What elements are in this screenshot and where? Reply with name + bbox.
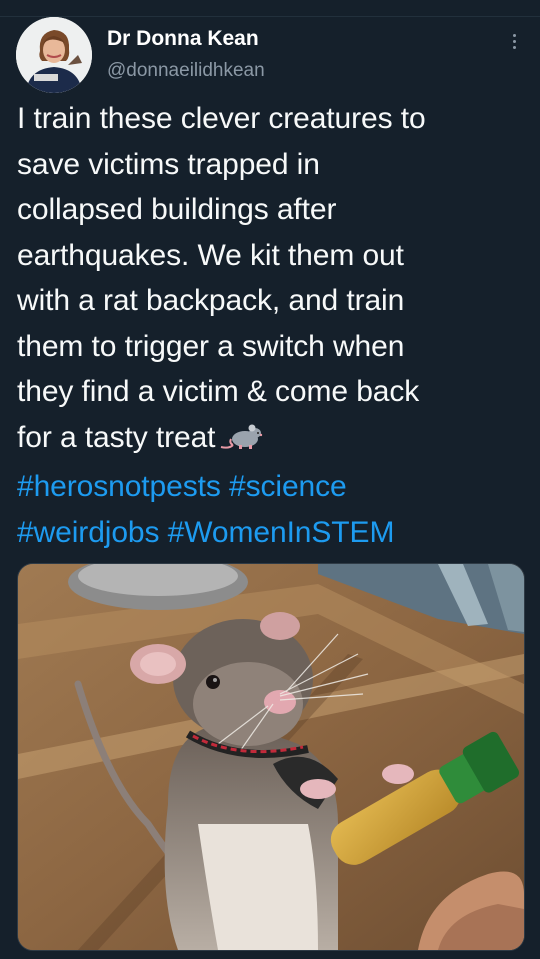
bottom-divider xyxy=(0,951,540,959)
avatar[interactable] xyxy=(16,17,92,93)
tweet-line: earthquakes. We kit them out xyxy=(17,238,404,272)
author-name[interactable]: Dr Donna Kean xyxy=(107,27,259,51)
rat-emoji-icon xyxy=(219,419,263,465)
top-divider xyxy=(0,0,540,17)
hashtag-line: #weirdjobs #WomenInSTEM xyxy=(17,510,529,556)
hashtag-weirdjobs[interactable]: #weirdjobs xyxy=(17,516,160,549)
hashtag-womeninstem[interactable]: #WomenInSTEM xyxy=(168,516,395,549)
tweet-line: they find a victim & come back xyxy=(17,375,420,408)
tweet-line: them to trigger a switch when xyxy=(17,329,405,363)
avatar-image xyxy=(16,17,92,93)
tweet-line: save victims trapped in xyxy=(17,147,320,181)
tweet-line: for a tasty treat xyxy=(17,420,216,454)
tweet-line: I train these clever creatures to xyxy=(17,102,426,135)
hashtag-line: #herosnotpests #science xyxy=(17,464,529,510)
tweet-line-with-emoji: for a tasty treat xyxy=(17,415,529,465)
hashtag-herosnotpests[interactable]: #herosnotpests xyxy=(17,470,221,503)
hashtag-science[interactable]: #science xyxy=(229,470,347,503)
tweet-media-image[interactable] xyxy=(17,563,525,951)
tweet-line: with a rat backpack, and train xyxy=(17,284,405,317)
author-handle[interactable]: @donnaeilidhkean xyxy=(107,60,265,82)
tweet-line: collapsed buildings after xyxy=(17,193,337,226)
tweet-text: I train these clever creatures to save v… xyxy=(17,96,529,555)
rat-photo xyxy=(18,564,524,950)
more-vertical-icon[interactable] xyxy=(502,26,526,56)
